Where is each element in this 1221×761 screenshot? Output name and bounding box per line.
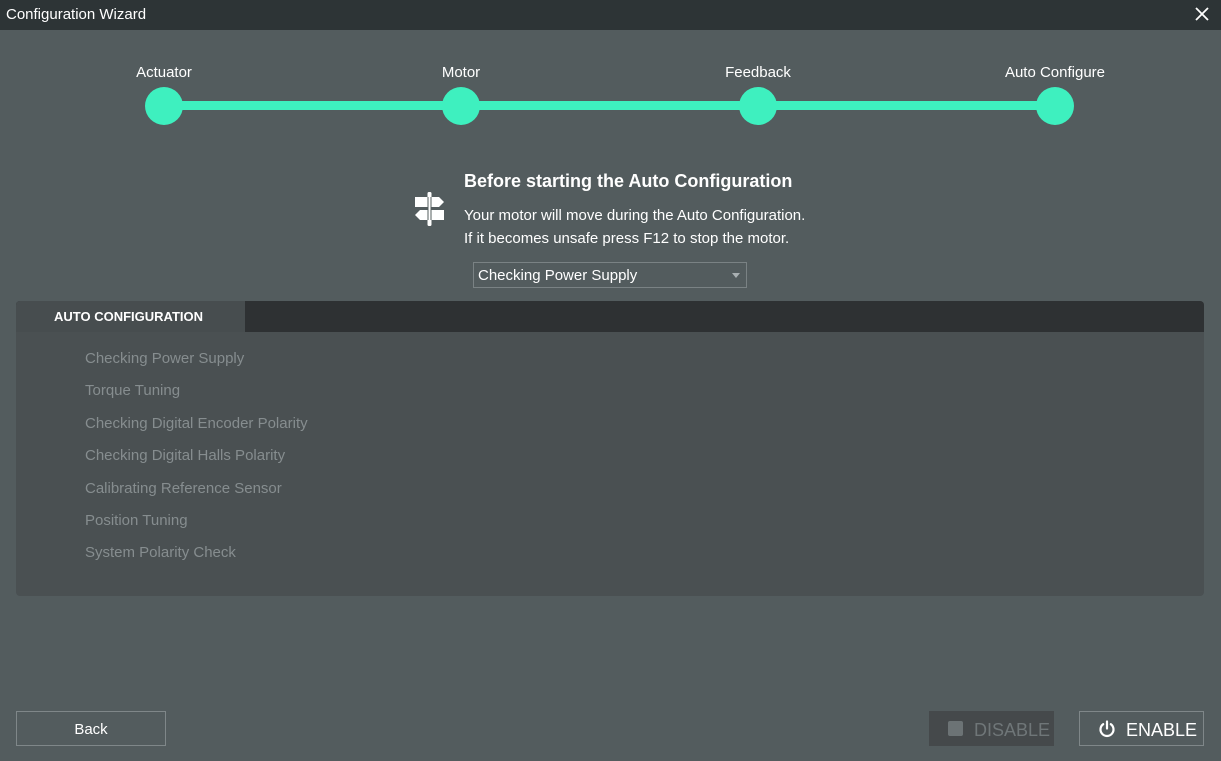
back-button[interactable]: Back xyxy=(16,711,166,746)
config-step-select[interactable]: Checking Power Supply xyxy=(473,262,747,288)
list-item: Checking Digital Encoder Polarity xyxy=(85,414,308,432)
back-button-label: Back xyxy=(74,721,108,738)
step-dot-feedback[interactable] xyxy=(739,87,777,125)
step-dot-motor[interactable] xyxy=(442,87,480,125)
step-auto-configure: Auto Configure xyxy=(975,62,1135,125)
step-label: Motor xyxy=(441,64,481,81)
list-item: Calibrating Reference Sensor xyxy=(85,479,282,497)
panel-tab-bar: AUTO CONFIGURATION xyxy=(16,301,1204,332)
step-dot-auto-configure[interactable] xyxy=(1036,87,1074,125)
step-dot-actuator[interactable] xyxy=(145,87,183,125)
list-item: Checking Power Supply xyxy=(85,350,245,367)
dropdown-arrow-icon xyxy=(732,273,740,278)
step-label: Auto Configure xyxy=(1004,64,1106,81)
stop-square-icon xyxy=(948,721,963,736)
step-feedback: Feedback xyxy=(678,62,838,125)
list-item: System Polarity Check xyxy=(85,544,236,562)
step-actuator: Actuator xyxy=(84,62,244,125)
tab-auto-configuration[interactable]: AUTO CONFIGURATION xyxy=(16,301,245,332)
enable-button-label: ENABLE xyxy=(1126,720,1198,740)
stepper-track xyxy=(164,101,1056,110)
tab-label: AUTO CONFIGURATION xyxy=(54,309,204,324)
list-item: Checking Digital Halls Polarity xyxy=(85,447,286,465)
step-motor: Motor xyxy=(381,62,541,125)
step-label: Actuator xyxy=(136,64,192,81)
power-icon xyxy=(1099,720,1115,738)
auto-configuration-panel: AUTO CONFIGURATION Checking Power Supply… xyxy=(16,301,1204,596)
step-label: Feedback xyxy=(725,64,791,81)
enable-button[interactable]: ENABLE xyxy=(1079,711,1204,746)
auto-configuration-steps: Checking Power Supply Torque Tuning Chec… xyxy=(85,349,308,576)
select-value: Checking Power Supply xyxy=(478,267,638,284)
disable-button-label: DISABLE xyxy=(974,720,1051,740)
disable-button[interactable]: DISABLE xyxy=(929,711,1054,746)
notice-line-2: If it becomes unsafe press F12 to stop t… xyxy=(464,230,790,247)
list-item: Torque Tuning xyxy=(85,382,181,400)
wizard-stepper: Actuator Motor Feedback Auto Configure xyxy=(0,0,1221,140)
signpost-icon xyxy=(415,192,444,226)
notice-line-1: Your motor will move during the Auto Con… xyxy=(464,207,806,224)
notice-title: Before starting the Auto Configuration xyxy=(464,171,793,191)
list-item: Position Tuning xyxy=(85,511,188,529)
